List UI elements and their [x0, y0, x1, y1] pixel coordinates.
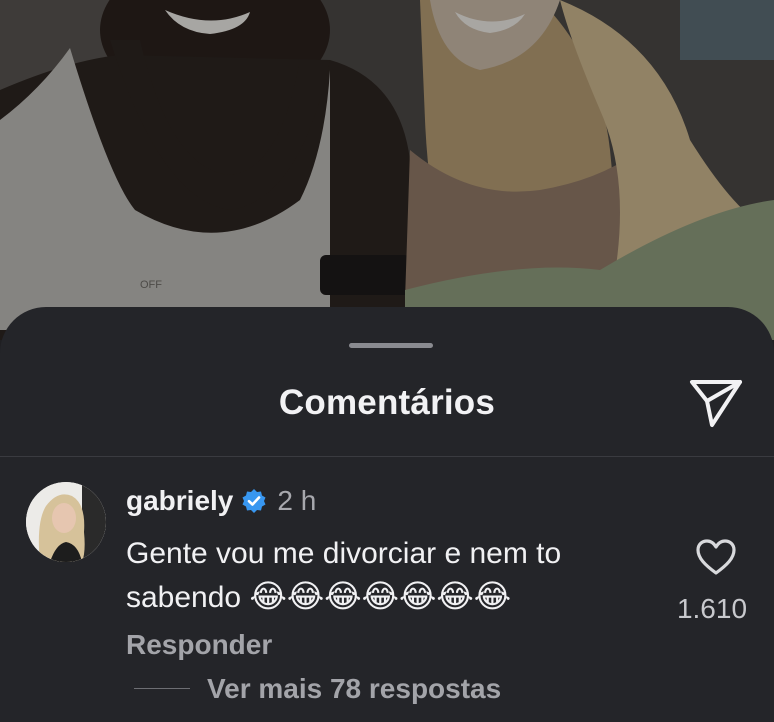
- view-more-replies-button[interactable]: Ver mais 78 respostas: [207, 673, 501, 705]
- sheet-title: Comentários: [278, 383, 496, 422]
- verified-badge-icon: [242, 489, 266, 513]
- comment-text-block: Gente vou me divorciar e nem to sabendo …: [126, 533, 666, 619]
- comment-emojis: 😂😂😂😂😂😂😂: [249, 577, 512, 615]
- heart-outline-icon: [696, 539, 736, 575]
- avatar[interactable]: [26, 482, 106, 562]
- share-button[interactable]: [686, 375, 746, 431]
- drag-handle[interactable]: [349, 343, 433, 348]
- comment-username[interactable]: gabriely: [126, 485, 233, 517]
- paper-plane-icon: [690, 380, 742, 427]
- like-button[interactable]: [692, 535, 740, 579]
- replies-divider-line: [134, 688, 190, 689]
- comment-header: gabriely 2 h: [126, 485, 316, 517]
- header-divider: [0, 456, 774, 457]
- background-photo: OFF: [0, 0, 774, 340]
- like-count: 1.610: [676, 593, 748, 624]
- comments-sheet: Comentários gabriely 2 h Gente vou me di…: [0, 307, 774, 722]
- reply-button[interactable]: Responder: [126, 629, 272, 661]
- comment-time: 2 h: [277, 485, 317, 516]
